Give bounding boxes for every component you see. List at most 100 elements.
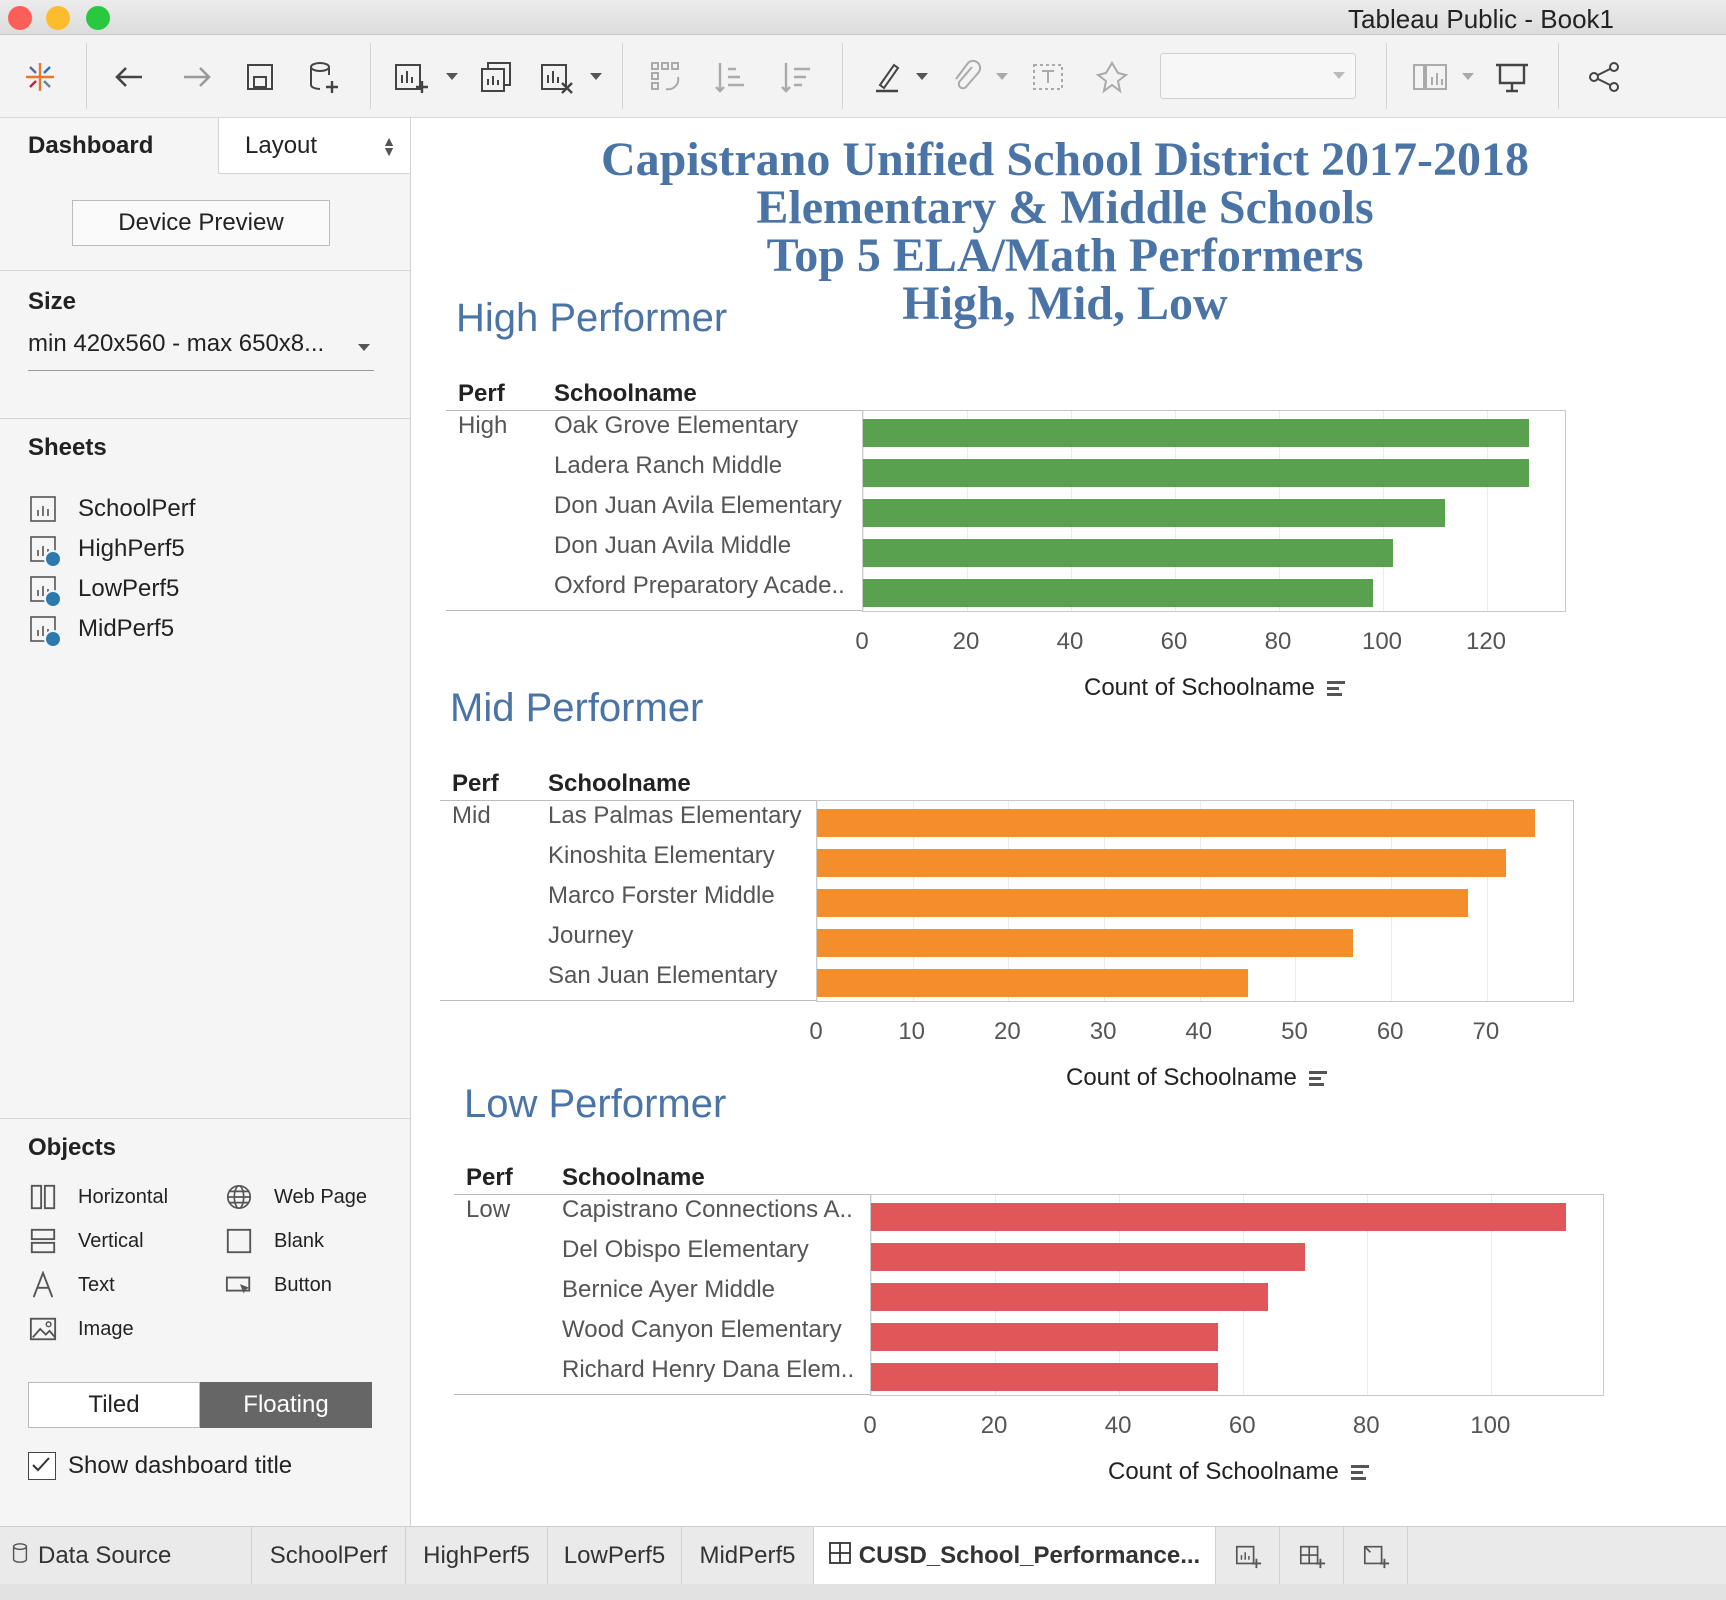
vertical-container-icon bbox=[28, 1226, 58, 1256]
school-name-label: Don Juan Avila Middle bbox=[554, 532, 792, 559]
title-line: Top 5 ELA/Math Performers bbox=[766, 229, 1364, 282]
sort-icon[interactable] bbox=[1308, 1068, 1327, 1089]
x-tick-label: 40 bbox=[1185, 1018, 1213, 1045]
datasource-icon bbox=[12, 1542, 28, 1571]
clear-sheet-dropdown[interactable] bbox=[590, 73, 602, 80]
checkbox-checked-icon[interactable] bbox=[28, 1452, 56, 1480]
bar[interactable] bbox=[863, 419, 1529, 447]
new-worksheet-icon[interactable] bbox=[388, 55, 432, 99]
fit-dropdown[interactable] bbox=[1160, 53, 1356, 99]
perf-value: High bbox=[458, 412, 508, 439]
duplicate-sheet-icon[interactable] bbox=[474, 55, 518, 99]
updown-icon: ▲ ▼ bbox=[382, 133, 396, 159]
tab-layout[interactable]: Layout ▲ ▼ bbox=[218, 118, 410, 174]
new-datasource-icon[interactable] bbox=[300, 55, 344, 99]
text-icon bbox=[28, 1270, 58, 1300]
highlight-icon[interactable] bbox=[866, 55, 910, 99]
minimize-window-button[interactable] bbox=[46, 6, 70, 30]
close-window-button[interactable] bbox=[8, 6, 32, 30]
globe-icon bbox=[224, 1182, 254, 1212]
object-text[interactable]: Text bbox=[28, 1270, 115, 1300]
header-divider bbox=[454, 1194, 870, 1195]
zoom-window-button[interactable] bbox=[86, 6, 110, 30]
tab-data-source[interactable]: Data Source bbox=[0, 1527, 252, 1585]
show-cards-dropdown[interactable] bbox=[1462, 73, 1474, 80]
x-tick-label: 100 bbox=[1470, 1412, 1511, 1439]
back-icon[interactable] bbox=[108, 55, 152, 99]
show-cards-icon[interactable] bbox=[1408, 55, 1452, 99]
size-select[interactable]: min 420x560 - max 650x8... bbox=[28, 330, 374, 371]
perf-value: Low bbox=[466, 1196, 511, 1223]
bar[interactable] bbox=[863, 579, 1373, 607]
bar[interactable] bbox=[871, 1203, 1566, 1231]
highlight-dropdown[interactable] bbox=[916, 73, 928, 80]
sheet-item-lowperf5[interactable]: LowPerf5 bbox=[30, 572, 179, 608]
object-label: Button bbox=[274, 1273, 332, 1296]
show-dashboard-title-checkbox[interactable]: Show dashboard title bbox=[28, 1452, 292, 1480]
left-panel: Dashboard Layout ▲ ▼ Device Preview Size … bbox=[0, 118, 411, 1526]
swap-icon[interactable] bbox=[644, 55, 688, 99]
clear-sheet-icon[interactable] bbox=[534, 55, 578, 99]
object-web-page[interactable]: Web Page bbox=[224, 1182, 367, 1212]
bar[interactable] bbox=[817, 849, 1506, 877]
group-icon[interactable] bbox=[944, 55, 988, 99]
tab-dashboard[interactable]: Dashboard bbox=[0, 118, 218, 174]
object-vertical[interactable]: Vertical bbox=[28, 1226, 144, 1256]
tab-sheet-highperf5[interactable]: HighPerf5 bbox=[406, 1527, 548, 1585]
bar[interactable] bbox=[817, 929, 1353, 957]
object-label: Vertical bbox=[78, 1229, 144, 1252]
tab-dashboard-active[interactable]: CUSD_School_Performance... bbox=[814, 1527, 1216, 1585]
size-value: min 420x560 - max 650x8... bbox=[28, 330, 325, 357]
new-story-tab-icon[interactable] bbox=[1344, 1527, 1408, 1585]
new-worksheet-dropdown[interactable] bbox=[446, 73, 458, 80]
bar[interactable] bbox=[871, 1283, 1269, 1311]
tab-sheet-lowperf5[interactable]: LowPerf5 bbox=[548, 1527, 682, 1585]
bar[interactable] bbox=[817, 809, 1535, 837]
object-horizontal[interactable]: Horizontal bbox=[28, 1182, 168, 1212]
x-axis-title: Count of Schoolname bbox=[1084, 674, 1345, 702]
object-blank[interactable]: Blank bbox=[224, 1226, 324, 1256]
object-button[interactable]: Button bbox=[224, 1270, 332, 1300]
bar[interactable] bbox=[871, 1323, 1219, 1351]
tiled-toggle[interactable]: Tiled bbox=[28, 1382, 200, 1428]
bar[interactable] bbox=[871, 1363, 1219, 1391]
bar[interactable] bbox=[863, 539, 1394, 567]
object-image[interactable]: Image bbox=[28, 1314, 134, 1344]
presentation-icon[interactable] bbox=[1490, 55, 1534, 99]
sheet-item-midperf5[interactable]: MidPerf5 bbox=[30, 612, 174, 648]
bar[interactable] bbox=[863, 499, 1446, 527]
sort-descending-icon[interactable] bbox=[774, 55, 818, 99]
sort-icon[interactable] bbox=[1350, 1462, 1369, 1483]
group-dropdown[interactable] bbox=[996, 73, 1008, 80]
school-name-label: Wood Canyon Elementary bbox=[562, 1316, 842, 1343]
tab-sheet-midperf5[interactable]: MidPerf5 bbox=[682, 1527, 814, 1585]
sheet-item-schoolperf[interactable]: SchoolPerf bbox=[30, 492, 195, 526]
school-name-label: Kinoshita Elementary bbox=[548, 842, 775, 869]
worksheet-used-icon bbox=[30, 576, 62, 608]
bar[interactable] bbox=[863, 459, 1529, 487]
sheets-heading: Sheets bbox=[28, 434, 107, 461]
sheet-item-highperf5[interactable]: HighPerf5 bbox=[30, 532, 185, 568]
share-icon[interactable] bbox=[1582, 55, 1626, 99]
tableau-logo-icon[interactable] bbox=[18, 55, 62, 99]
floating-toggle[interactable]: Floating bbox=[200, 1382, 372, 1428]
sort-ascending-icon[interactable] bbox=[708, 55, 752, 99]
tab-sheet-schoolperf[interactable]: SchoolPerf bbox=[252, 1527, 406, 1585]
forward-icon[interactable] bbox=[174, 55, 218, 99]
fix-axes-icon[interactable] bbox=[1090, 55, 1134, 99]
x-tick-label: 40 bbox=[1056, 628, 1084, 655]
dashboard-tab-icon bbox=[828, 1541, 851, 1571]
bar[interactable] bbox=[817, 969, 1248, 997]
worksheet-used-icon bbox=[30, 536, 62, 568]
school-name-label: Don Juan Avila Elementary bbox=[554, 492, 842, 519]
chart-title: High Performer bbox=[456, 296, 728, 340]
bar[interactable] bbox=[817, 889, 1468, 917]
bar[interactable] bbox=[871, 1243, 1306, 1271]
save-icon[interactable] bbox=[238, 55, 282, 99]
sort-icon[interactable] bbox=[1326, 678, 1345, 699]
label-icon[interactable] bbox=[1026, 55, 1070, 99]
new-worksheet-tab-icon[interactable] bbox=[1216, 1527, 1280, 1585]
device-preview-button[interactable]: Device Preview bbox=[72, 200, 330, 246]
new-dashboard-tab-icon[interactable] bbox=[1280, 1527, 1344, 1585]
schoolname-column-header: Schoolname bbox=[554, 380, 697, 407]
